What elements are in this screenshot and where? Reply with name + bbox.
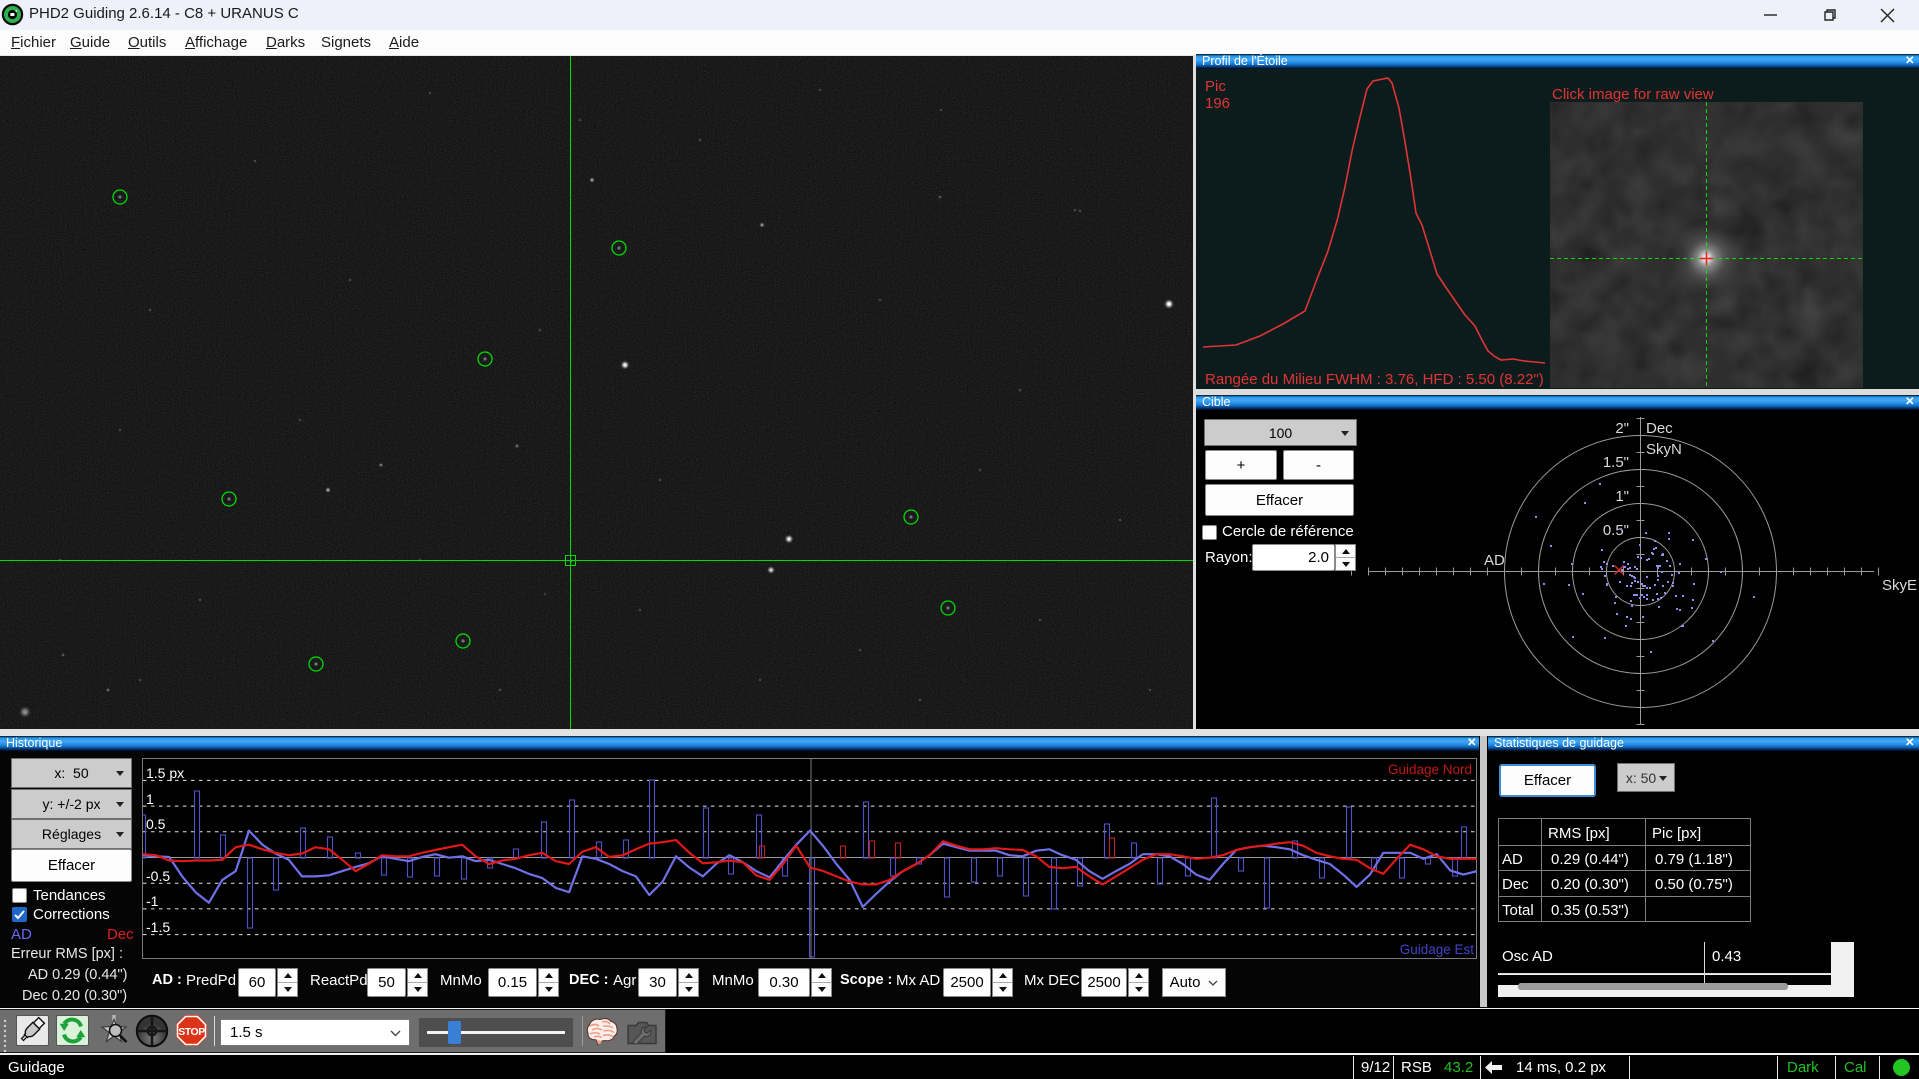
svg-text:Guidage Est: Guidage Est (1400, 942, 1475, 957)
svg-text:Dec: Dec (1502, 876, 1529, 893)
svg-text:1.5": 1.5" (1603, 454, 1629, 471)
svg-text:AD: AD (1484, 552, 1505, 569)
svg-text:0.20 (0.30"): 0.20 (0.30") (1551, 876, 1629, 893)
svg-text:0.29 (0.44"): 0.29 (0.44") (1551, 851, 1629, 868)
svg-text:-0.5: -0.5 (146, 868, 170, 884)
svg-text:RMS [px]: RMS [px] (1548, 825, 1610, 842)
svg-text:Rangée du Milieu FWHM : 3.76,: Rangée du Milieu FWHM : 3.76, HFD : 5.50… (1205, 371, 1544, 388)
svg-text:-1: -1 (146, 893, 159, 909)
svg-text:1: 1 (146, 791, 154, 807)
svg-text:1.5 px: 1.5 px (146, 765, 184, 781)
svg-text:Guidage Nord: Guidage Nord (1388, 762, 1472, 777)
svg-text:2": 2" (1615, 420, 1629, 437)
svg-text:Pic [px]: Pic [px] (1652, 825, 1701, 842)
svg-text:Dec: Dec (1646, 420, 1673, 437)
svg-text:Pic: Pic (1205, 78, 1226, 95)
svg-text:STOP: STOP (178, 1026, 205, 1038)
svg-text:SkyN: SkyN (1646, 441, 1682, 458)
svg-text:-1.5: -1.5 (146, 919, 170, 935)
svg-text:SkyE: SkyE (1882, 577, 1917, 594)
svg-text:0.5: 0.5 (146, 816, 166, 832)
svg-text:0.50 (0.75"): 0.50 (0.75") (1655, 876, 1733, 893)
svg-text:0.35 (0.53"): 0.35 (0.53") (1551, 902, 1629, 919)
svg-text:AD: AD (1502, 851, 1523, 868)
svg-text:0.5": 0.5" (1603, 522, 1629, 539)
svg-text:Click image for raw view: Click image for raw view (1552, 86, 1714, 103)
svg-text:Total: Total (1502, 902, 1534, 919)
svg-text:1": 1" (1615, 488, 1629, 505)
svg-text:0.79 (1.18"): 0.79 (1.18") (1655, 851, 1733, 868)
svg-text:196: 196 (1205, 95, 1230, 112)
